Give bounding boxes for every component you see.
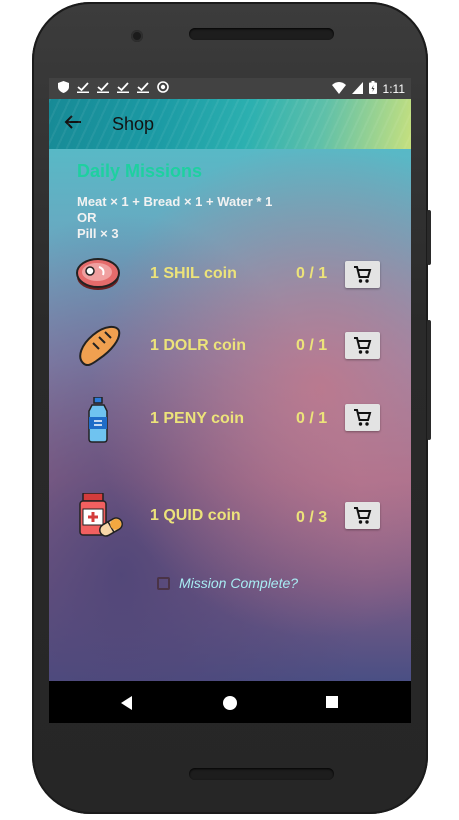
check-download-icon [117, 81, 129, 93]
check-download-icon [77, 81, 89, 93]
volume-button [427, 210, 431, 265]
signal-icon [351, 81, 363, 97]
battery-icon [368, 81, 377, 97]
mission-count: 0 / 1 [296, 265, 328, 282]
shield-icon [57, 81, 69, 93]
buy-meat-button[interactable] [345, 261, 380, 288]
nav-back-icon[interactable] [121, 696, 132, 710]
coin-label: 1 QUID coin [150, 507, 241, 524]
arrow-back-icon[interactable] [63, 112, 85, 134]
status-time: 1:11 [382, 82, 405, 96]
mission-count: 0 / 1 [296, 410, 328, 427]
check-download-icon [97, 81, 109, 93]
check-download-icon [137, 81, 149, 93]
screen: 1:11 Shop Daily Missions Meat × 1 + Brea… [49, 78, 411, 723]
bread-icon [75, 323, 121, 369]
coin-label: 1 DOLR coin [150, 337, 247, 354]
wifi-icon [331, 81, 346, 97]
front-camera [131, 30, 143, 42]
missions-title: Daily Missions [77, 161, 203, 181]
power-button [427, 320, 431, 440]
mission-count: 0 / 1 [296, 337, 328, 354]
cart-icon [354, 337, 372, 354]
cart-icon [354, 266, 372, 283]
mission-complete-label[interactable]: Mission Complete? [179, 575, 298, 591]
requirement-pill: Pill × 3 [77, 226, 119, 241]
pill-icon [77, 492, 123, 539]
nav-recents-icon[interactable] [326, 696, 338, 708]
water-bottle-icon [85, 396, 131, 443]
mission-count: 0 / 3 [296, 509, 328, 526]
coin-label: 1 SHIL coin [150, 265, 237, 282]
nav-home-icon[interactable] [223, 696, 237, 710]
requirement-or: OR [77, 210, 97, 225]
coin-label: 1 PENY coin [150, 410, 244, 427]
missions-panel: Daily Missions Meat × 1 + Bread × 1 + Wa… [49, 149, 411, 681]
navigation-bar [49, 681, 411, 723]
cart-icon [354, 409, 372, 426]
record-icon [157, 81, 169, 93]
page-title: Shop [112, 114, 155, 134]
bottom-speaker [189, 768, 334, 780]
app-bar: Shop [49, 99, 411, 149]
buy-pill-button[interactable] [345, 502, 380, 529]
status-bar: 1:11 [49, 78, 411, 99]
requirement-line: Meat × 1 + Bread × 1 + Water * 1 [77, 194, 273, 209]
buy-water-button[interactable] [345, 404, 380, 431]
top-speaker [189, 28, 334, 40]
mission-complete-checkbox[interactable] [157, 577, 170, 590]
cart-icon [354, 507, 372, 524]
meat-icon [75, 253, 121, 299]
buy-bread-button[interactable] [345, 332, 380, 359]
